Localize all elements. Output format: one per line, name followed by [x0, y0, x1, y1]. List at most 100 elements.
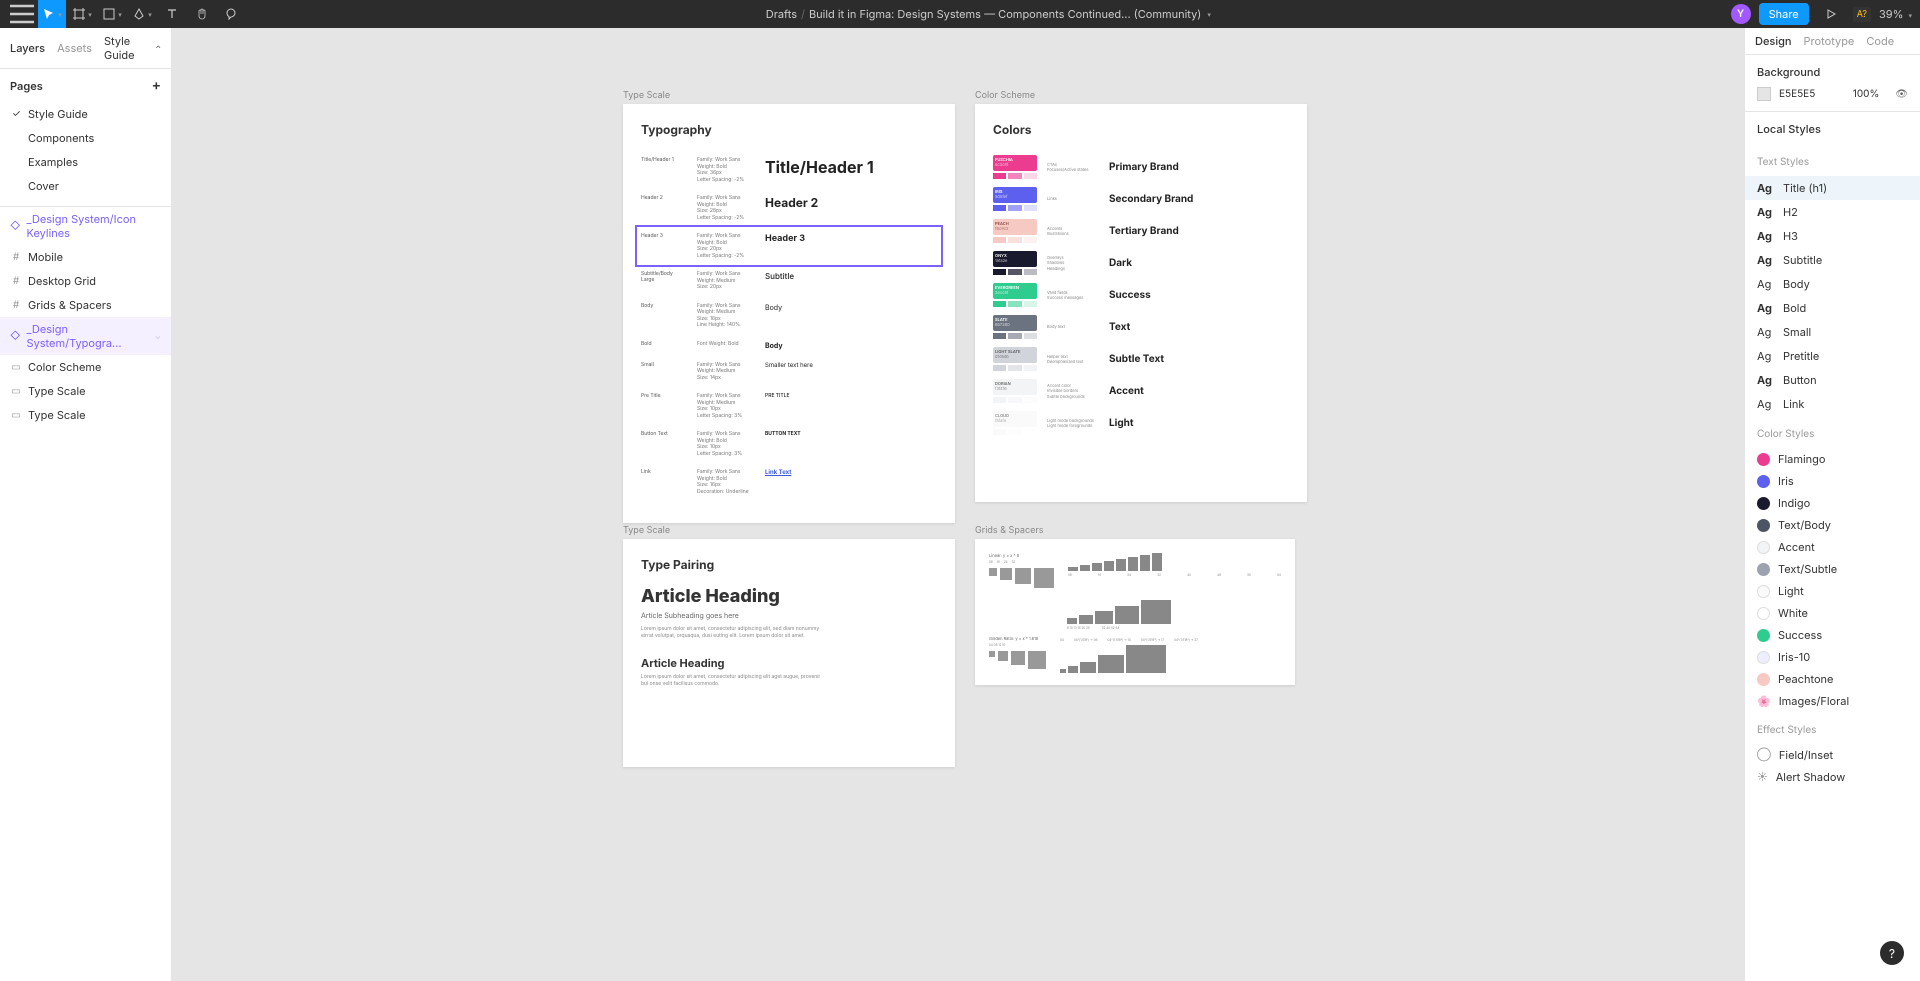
add-page-button[interactable]: + — [152, 77, 161, 94]
color-style-row[interactable]: Text/Subtle — [1745, 558, 1920, 580]
text-style-row[interactable]: AgTitle (h1) — [1745, 176, 1920, 200]
breadcrumb[interactable]: Drafts / Build it in Figma: Design Syste… — [766, 7, 1211, 21]
tab-design[interactable]: Design — [1755, 34, 1792, 48]
typography-row[interactable]: LinkFamily: Work SansWeight: BoldSize: 1… — [641, 463, 937, 501]
text-style-row[interactable]: AgButton — [1745, 368, 1920, 392]
visibility-icon[interactable]: 👁 — [1895, 88, 1908, 100]
color-row[interactable]: ONYX1a1a2eOverlaysShadowsHeadingsDark — [993, 247, 1289, 279]
color-style-row[interactable]: Light — [1745, 580, 1920, 602]
color-style-row[interactable]: Peachtone — [1745, 668, 1920, 690]
text-tool[interactable] — [158, 0, 186, 28]
page-item[interactable]: Style Guide — [0, 102, 171, 126]
typography-row[interactable]: BoldFont Weight: BoldBody — [641, 335, 937, 356]
artboard-label[interactable]: Type Scale — [623, 90, 670, 101]
tab-code[interactable]: Code — [1866, 34, 1894, 48]
bg-opacity[interactable]: 100% — [1853, 88, 1880, 100]
color-row[interactable]: SLATE6b7280Body textText — [993, 311, 1289, 343]
background-row[interactable]: E5E5E5 100% 👁 — [1757, 87, 1908, 101]
comment-tool[interactable] — [218, 0, 246, 28]
text-style-row[interactable]: AgH3 — [1745, 224, 1920, 248]
layer-row[interactable]: ▭Color Scheme — [0, 355, 171, 379]
breadcrumb-root[interactable]: Drafts — [766, 7, 797, 21]
color-row[interactable]: IRIS5d5fefLinksSecondary Brand — [993, 183, 1289, 215]
file-menu-caret[interactable]: ▾ — [1207, 10, 1211, 19]
typography-row[interactable]: Subtitle/Body LargeFamily: Work SansWeig… — [641, 265, 937, 297]
help-button[interactable]: ? — [1880, 941, 1904, 965]
layer-row[interactable]: #Grids & Spacers — [0, 293, 171, 317]
page-dropdown[interactable]: Style Guide ⌃ — [104, 34, 161, 62]
typography-row[interactable]: BodyFamily: Work SansWeight: MediumSize:… — [641, 297, 937, 335]
typography-row[interactable]: SmallFamily: Work SansWeight: MediumSize… — [641, 356, 937, 388]
tab-assets[interactable]: Assets — [57, 41, 92, 55]
artboard-label[interactable]: Type Scale — [623, 525, 670, 536]
zoom-level[interactable]: 39% ▾ — [1879, 7, 1912, 21]
artboard-grids-spacers[interactable]: Grids & Spacers Linear: y = x * 80816243… — [975, 539, 1295, 685]
color-style-row[interactable]: Accent — [1745, 536, 1920, 558]
artboard-type-pairing[interactable]: Type Scale Type Pairing Article Heading … — [623, 539, 955, 767]
avatar[interactable]: Y — [1731, 4, 1751, 24]
bg-hex[interactable]: E5E5E5 — [1779, 88, 1815, 100]
color-style-row[interactable]: White — [1745, 602, 1920, 624]
color-style-row[interactable]: Success — [1745, 624, 1920, 646]
typography-row[interactable]: Pre TitleFamily: Work SansWeight: Medium… — [641, 387, 937, 425]
style-name: Light — [1778, 584, 1804, 598]
hand-tool[interactable] — [188, 0, 216, 28]
effect-style-row[interactable]: ◯Field/Inset — [1745, 744, 1920, 766]
typography-row[interactable]: Title/Header 1Family: Work SansWeight: B… — [641, 151, 937, 189]
layer-row[interactable]: #Mobile — [0, 245, 171, 269]
text-style-row[interactable]: AgH2 — [1745, 200, 1920, 224]
breadcrumb-separator: / — [801, 7, 805, 21]
shape-tool[interactable]: ▾ — [98, 0, 126, 28]
page-item[interactable]: Cover — [0, 174, 171, 198]
text-style-row[interactable]: AgBody — [1745, 272, 1920, 296]
artboard-label[interactable]: Grids & Spacers — [975, 525, 1044, 536]
canvas[interactable]: Type Scale Typography Title/Header 1Fami… — [172, 28, 1744, 981]
layer-row[interactable]: ◇_Design System/Icon Keylines — [0, 207, 171, 245]
color-style-row[interactable]: Indigo — [1745, 492, 1920, 514]
pen-tool[interactable]: ▾ — [128, 0, 156, 28]
text-style-row[interactable]: AgLink — [1745, 392, 1920, 416]
main-menu-button[interactable] — [8, 0, 36, 28]
color-row[interactable]: PEACHf6c9c2AccentsIllustrationsTertiary … — [993, 215, 1289, 247]
color-style-row[interactable]: Text/Body — [1745, 514, 1920, 536]
color-style-row[interactable]: Flamingo — [1745, 448, 1920, 470]
bg-swatch[interactable] — [1757, 87, 1771, 101]
background-label: Background — [1757, 65, 1908, 79]
layer-row[interactable]: ▭Type Scale — [0, 379, 171, 403]
artboard-type-scale[interactable]: Type Scale Typography Title/Header 1Fami… — [623, 104, 955, 523]
frame-tool[interactable]: ▾ — [68, 0, 96, 28]
color-row[interactable]: EVERGREEN2ecc8fValid fieldsSuccess messa… — [993, 279, 1289, 311]
page-item[interactable]: Components — [0, 126, 171, 150]
share-button[interactable]: Share — [1759, 3, 1809, 25]
effect-style-row[interactable]: ☀Alert Shadow — [1745, 766, 1920, 788]
layer-row[interactable]: ▭Type Scale — [0, 403, 171, 427]
present-button[interactable] — [1817, 0, 1845, 28]
text-style-row[interactable]: AgPretitle — [1745, 344, 1920, 368]
a7-badge[interactable]: A? — [1853, 7, 1871, 22]
artboard-label[interactable]: Color Scheme — [975, 90, 1035, 101]
layer-row[interactable]: #Desktop Grid — [0, 269, 171, 293]
color-row[interactable]: FUSCHIAec3c8fCTAsFocuses/Active statesPr… — [993, 151, 1289, 183]
typography-row[interactable]: Button TextFamily: Work SansWeight: Bold… — [641, 425, 937, 463]
move-tool[interactable]: ▾ — [38, 0, 66, 28]
text-style-row[interactable]: AgBold — [1745, 296, 1920, 320]
style-name: Text/Subtle — [1778, 562, 1837, 576]
color-row[interactable]: CLOUDfafafaLight mode backgroundsLight m… — [993, 407, 1289, 439]
ag-icon: Ag — [1757, 397, 1775, 411]
layer-icon: ▭ — [10, 385, 22, 397]
color-style-row[interactable]: 🌸Images/Floral — [1745, 690, 1920, 712]
page-item[interactable]: Examples — [0, 150, 171, 174]
breadcrumb-file[interactable]: Build it in Figma: Design Systems — Comp… — [809, 7, 1201, 21]
color-style-row[interactable]: Iris — [1745, 470, 1920, 492]
tab-layers[interactable]: Layers — [10, 41, 45, 55]
text-style-row[interactable]: AgSmall — [1745, 320, 1920, 344]
tab-prototype[interactable]: Prototype — [1804, 34, 1855, 48]
layer-row[interactable]: ◇_Design System/Typogra...⌄ — [0, 317, 171, 355]
typography-row[interactable]: Header 2Family: Work SansWeight: BoldSiz… — [641, 189, 937, 227]
color-style-row[interactable]: Iris-10 — [1745, 646, 1920, 668]
text-style-row[interactable]: AgSubtitle — [1745, 248, 1920, 272]
artboard-color-scheme[interactable]: Color Scheme Colors FUSCHIAec3c8fCTAsFoc… — [975, 104, 1307, 502]
typography-row[interactable]: Header 3Family: Work SansWeight: BoldSiz… — [637, 227, 941, 265]
color-row[interactable]: LIGHT SLATEd1d5dbHelper textDeemphasized… — [993, 343, 1289, 375]
color-row[interactable]: DORIANf3f4f6Accent colorInvisible border… — [993, 375, 1289, 407]
